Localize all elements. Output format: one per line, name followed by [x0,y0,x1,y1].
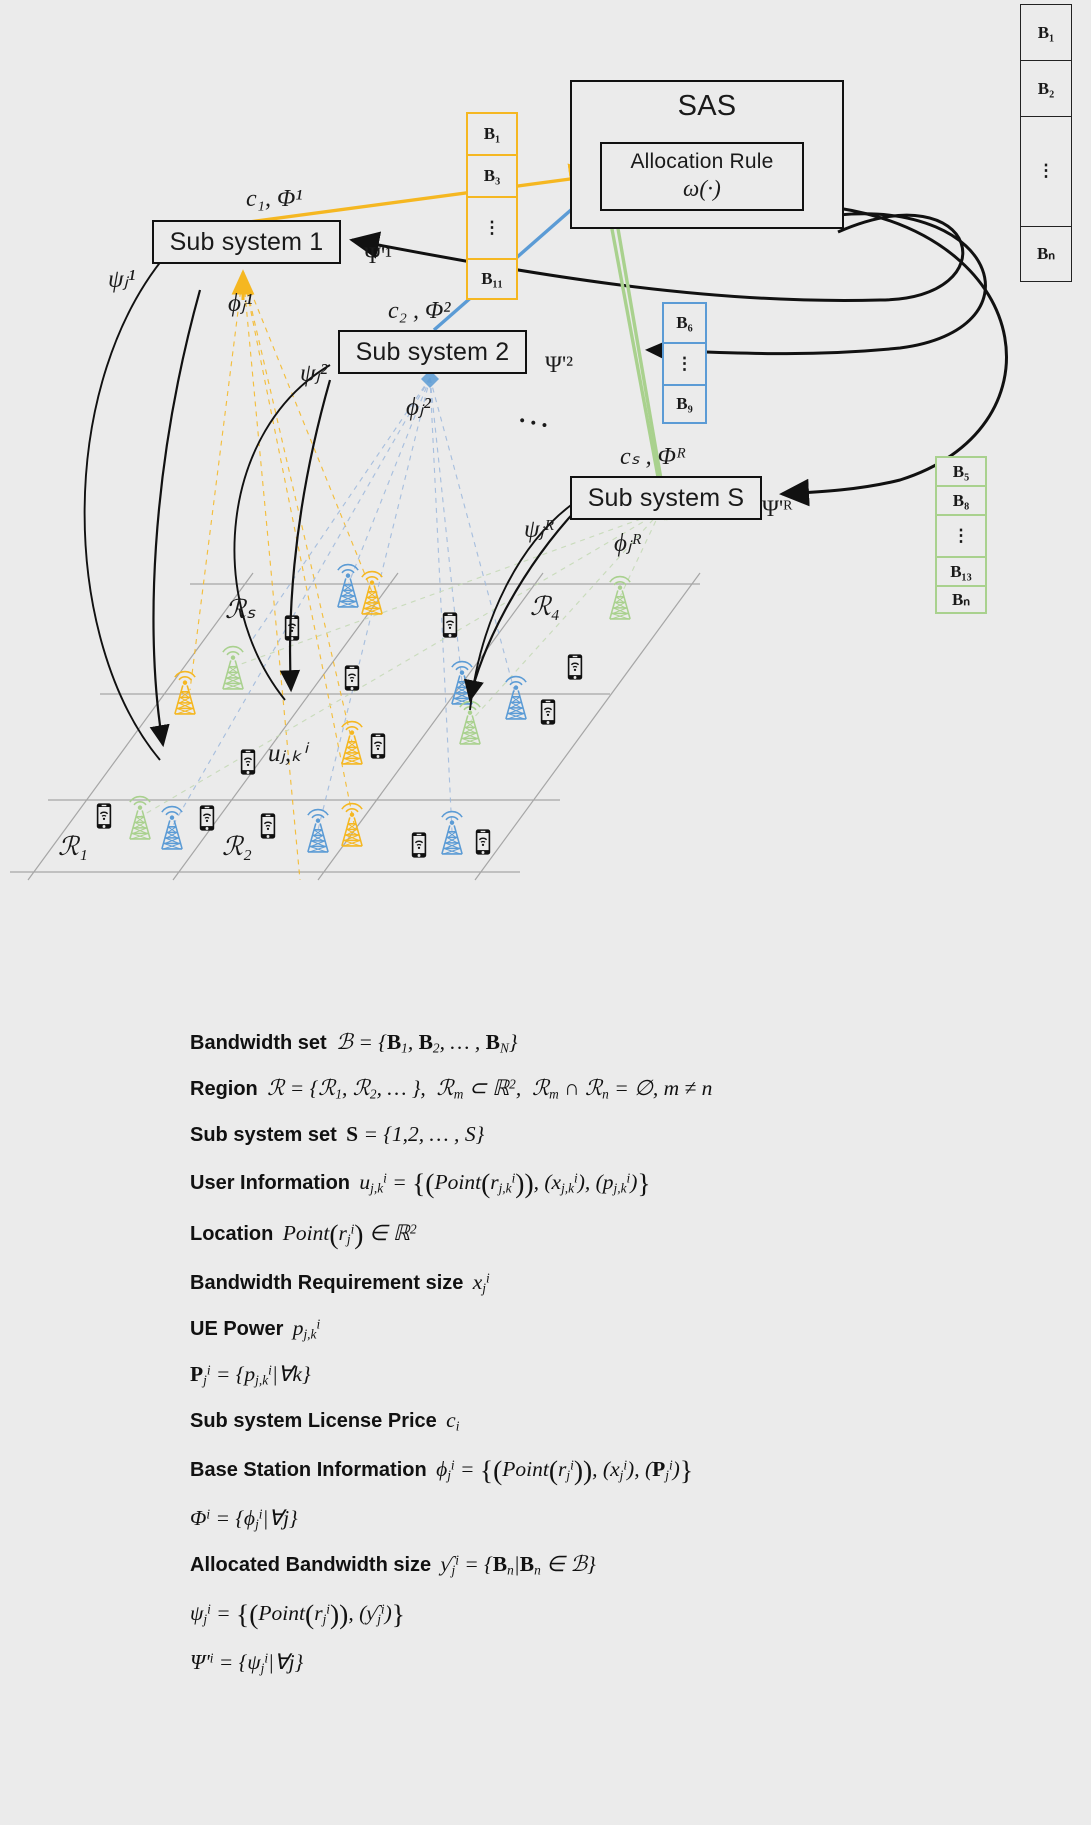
bandwidth-set-master[interactable]: B₁ B₂ ⋮ Bₙ [1020,4,1072,282]
def-ue-power-heading: UE Power [190,1318,284,1341]
def-ue-power-body: pj,ki [292,1316,321,1343]
allocation-rule-label: Allocation Rule [630,150,774,173]
bandwidth-stack-subS-cell[interactable]: B₈ [935,485,987,514]
arrow-sub1-to-ground [149,289,202,748]
def-subsystem-set-heading: Sub system set [190,1124,337,1147]
def-location-heading: Location [190,1223,274,1246]
bandwidth-stack-subS[interactable]: B₅ B₈ ⋮ B₁₃ Bₙ [935,456,987,614]
def-power-set: Pji = {pj,ki|∀k} [190,1362,1070,1388]
def-bandwidth-requirement: Bandwidth Requirement size xji [190,1270,1070,1296]
def-psi-set: Ψ'i = {ψji|∀j} [190,1650,1070,1676]
bandwidth-stack-sub2-cell[interactable]: B₉ [662,384,707,424]
def-region-heading: Region [190,1078,258,1101]
def-subsystem-set-body: S = {1,2, … , S} [346,1122,485,1147]
bandwidth-set-master-cell[interactable]: ⋮ [1020,116,1072,226]
bandwidth-stack-sub1[interactable]: B₁ B₃ ⋮ B₁₁ [466,112,518,300]
label-phi-j-S: ϕⱼᴿ [614,530,643,557]
def-region-body: ℛ = {ℛ1, ℛ2, … }, ℛm ⊂ ℝ2, ℛm ∩ ℛn = ∅, … [267,1076,713,1102]
region-R4-label: ℛ₄ [530,592,560,621]
bandwidth-stack-subS-cell[interactable]: B₁₃ [935,556,987,585]
label-psi-prime-S: Ψ'ᴿ [762,496,793,521]
def-license-price-heading: Sub system License Price [190,1410,437,1433]
label-cS-phiS: cₛ , Φᴿ [620,444,687,470]
label-subsystem-ellipsis: … [514,392,562,437]
def-bandwidth-set-body: ℬ = {B1, B2, … , BN} [336,1030,518,1056]
def-region: Region ℛ = {ℛ1, ℛ2, … }, ℛm ⊂ ℝ2, ℛm ∩ ℛ… [190,1076,1070,1102]
def-license-price-body: ci [446,1408,460,1435]
subsystem-box-S[interactable]: Sub system S [570,476,762,520]
def-psi-small: ψji = {(Point(rji)), (ƴji)} [190,1598,1070,1630]
bandwidth-stack-subS-cell[interactable]: Bₙ [935,585,987,614]
def-bandwidth-set: Bandwidth set ℬ = {B1, B2, … , BN} [190,1030,1070,1056]
bandwidth-stack-sub1-cell[interactable]: ⋮ [466,196,518,258]
bandwidth-stack-sub1-cell[interactable]: B₁₁ [466,258,518,300]
bandwidth-stack-sub2-cell[interactable]: ⋮ [662,342,707,384]
label-psi-prime-2: Ψ'² [545,352,574,377]
def-user-information-body: uj,ki = {(Point(rj,ki)), (xj,ki), (pj,ki… [359,1167,651,1199]
region-RS-label: ℛₛ [225,595,256,624]
def-phi-set: Φi = {ϕji|∀j} [190,1506,1070,1532]
bandwidth-stack-sub1-cell[interactable]: B₁ [466,112,518,154]
bandwidth-stack-sub1-cell[interactable]: B₃ [466,154,518,196]
def-subsystem-set: Sub system set S = {1,2, … , S} [190,1122,1070,1147]
bandwidth-stack-sub2[interactable]: B₆ ⋮ B₉ [662,302,707,424]
bandwidth-set-master-cell[interactable]: Bₙ [1020,226,1072,282]
label-psi-j-1: ψⱼ¹ [108,266,136,293]
bandwidth-stack-sub2-cell[interactable]: B₆ [662,302,707,342]
sas-title: SAS [677,90,737,122]
allocation-rule-symbol: ω(·) [682,176,722,202]
subsystem-label-S: Sub system S [587,483,745,512]
def-allocated-bandwidth-heading: Allocated Bandwidth size [190,1554,432,1577]
def-bandwidth-set-heading: Bandwidth set [190,1032,327,1054]
def-allocated-bandwidth: Allocated Bandwidth size ƴji = {Bn|Bn ∈ … [190,1552,1070,1578]
bandwidth-stack-subS-cell[interactable]: B₅ [935,456,987,485]
def-user-information-heading: User Information [190,1171,351,1194]
subsystem-label-2: Sub system 2 [355,337,510,366]
label-phi-j-2: ϕⱼ² [406,394,431,421]
def-psi-set-body: Ψ'i = {ψji|∀j} [190,1649,304,1676]
bandwidth-stack-subS-cell[interactable]: ⋮ [935,514,987,556]
def-location-body: Point(rji) ∈ ℝ2 [282,1218,417,1250]
def-ue-power: UE Power pj,ki [190,1316,1070,1342]
def-power-set-body: Pji = {pj,ki|∀k} [190,1362,311,1389]
region-R2-label: ℛ₂ [222,832,252,861]
curve-psi-2 [233,364,331,701]
label-phi-j-1: ϕⱼ¹ [228,290,253,317]
region-R1-label: ℛ₁ [58,832,88,861]
user-information-label: uⱼ,ₖⁱ [268,740,307,767]
label-c1-phi1: c₁, Φ¹ [246,186,303,212]
allocation-rule-box[interactable]: Allocation Rule ω(·) [600,142,804,211]
def-phi-set-body: Φi = {ϕji|∀j} [190,1506,298,1532]
def-base-station-information-heading: Base Station Information [190,1459,427,1482]
def-user-information: User Information uj,ki = {(Point(rj,ki))… [190,1167,1070,1199]
subsystem-label-1: Sub system 1 [169,227,324,256]
label-psi-prime-1: Ψ'¹ [364,243,393,268]
def-base-station-information-body: ϕji = {(Point(rji)), (xji), (Pji)} [436,1454,694,1486]
bandwidth-set-master-cell[interactable]: B₁ [1020,4,1072,60]
subsystem-box-2[interactable]: Sub system 2 [338,330,527,374]
def-license-price: Sub system License Price ci [190,1408,1070,1434]
def-allocated-bandwidth-body: ƴji = {Bn|Bn ∈ ℬ} [440,1552,596,1578]
definitions-legend: Bandwidth set ℬ = {B1, B2, … , BN} Region… [190,1030,1070,1696]
label-psi-j-S: ψⱼᴿ [524,516,555,543]
diagram-canvas: SAS Allocation Rule ω(·) Sub system 1 Su… [0,0,1091,1825]
def-location: Location Point(rji) ∈ ℝ2 [190,1219,1070,1251]
def-base-station-information: Base Station Information ϕji = {(Point(r… [190,1454,1070,1486]
bandwidth-set-master-cell[interactable]: B₂ [1020,60,1072,116]
label-c2-phi2: c₂ , Φ² [388,298,451,324]
arrow-sub2-to-ground [279,379,332,693]
subsystem-box-1[interactable]: Sub system 1 [152,220,341,264]
def-bandwidth-requirement-body: xji [472,1270,490,1297]
def-psi-small-body: ψji = {(Point(rji)), (ƴji)} [190,1598,406,1630]
def-bandwidth-requirement-heading: Bandwidth Requirement size [190,1272,464,1295]
label-psi-j-2: ψⱼ² [300,360,328,387]
sas-box[interactable]: SAS Allocation Rule ω(·) [570,80,844,229]
